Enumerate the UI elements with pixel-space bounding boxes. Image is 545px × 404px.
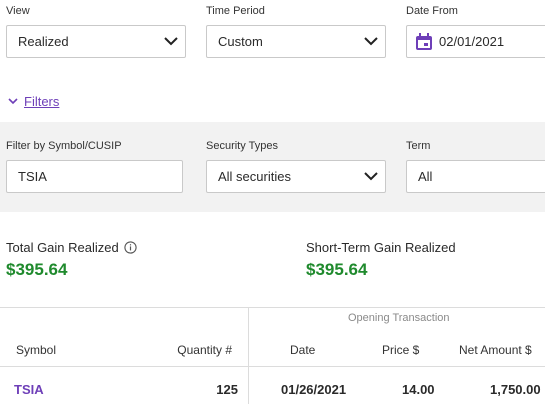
- column-header-quantity[interactable]: Quantity #: [177, 343, 232, 357]
- table-divider: [0, 307, 545, 308]
- chevron-down-icon: [357, 161, 385, 192]
- filters-toggle-label: Filters: [24, 94, 60, 109]
- header-row-divider: [0, 366, 545, 367]
- filter-symbol-label: Filter by Symbol/CUSIP: [6, 140, 122, 152]
- row-price: 14.00: [402, 382, 435, 397]
- info-icon[interactable]: [124, 241, 137, 254]
- column-header-symbol[interactable]: Symbol: [16, 343, 56, 357]
- time-period-select[interactable]: Custom: [206, 25, 386, 58]
- security-types-value: All securities: [218, 169, 291, 184]
- date-from-input[interactable]: 02/01/2021: [406, 25, 545, 58]
- column-header-date[interactable]: Date: [290, 343, 315, 357]
- column-group-divider: [248, 308, 249, 404]
- row-date: 01/26/2021: [281, 382, 347, 397]
- short-term-gain-value: $395.64: [306, 260, 368, 279]
- chevron-down-icon: [8, 98, 18, 105]
- total-gain-value: $395.64: [6, 260, 68, 279]
- chevron-down-icon: [157, 26, 185, 57]
- total-gain-label-group: Total Gain Realized: [6, 240, 137, 255]
- opening-transaction-header: Opening Transaction: [348, 312, 450, 324]
- term-value: All: [418, 169, 433, 184]
- term-label: Term: [406, 140, 431, 152]
- date-from-value: 02/01/2021: [439, 34, 505, 49]
- total-gain-label: Total Gain Realized: [6, 240, 119, 255]
- view-select[interactable]: Realized: [6, 25, 186, 58]
- filter-symbol-value: TSIA: [18, 169, 47, 184]
- view-label: View: [6, 5, 30, 17]
- chevron-down-icon: [357, 26, 385, 57]
- view-select-value: Realized: [18, 34, 69, 49]
- time-period-label: Time Period: [206, 5, 265, 17]
- column-header-price[interactable]: Price $: [382, 343, 419, 357]
- security-types-select[interactable]: All securities: [206, 160, 386, 193]
- term-select[interactable]: All: [406, 160, 545, 193]
- row-net-amount: 1,750.00: [490, 382, 541, 397]
- filter-symbol-input[interactable]: TSIA: [6, 160, 183, 193]
- time-period-select-value: Custom: [218, 34, 263, 49]
- column-header-net-amount[interactable]: Net Amount $: [459, 343, 532, 357]
- row-symbol-link[interactable]: TSIA: [14, 382, 44, 397]
- date-from-label: Date From: [406, 5, 458, 17]
- calendar-icon[interactable]: [414, 32, 434, 52]
- filters-toggle[interactable]: Filters: [8, 94, 59, 109]
- security-types-label: Security Types: [206, 140, 278, 152]
- short-term-gain-label: Short-Term Gain Realized: [306, 240, 456, 255]
- row-quantity: 125: [216, 382, 238, 397]
